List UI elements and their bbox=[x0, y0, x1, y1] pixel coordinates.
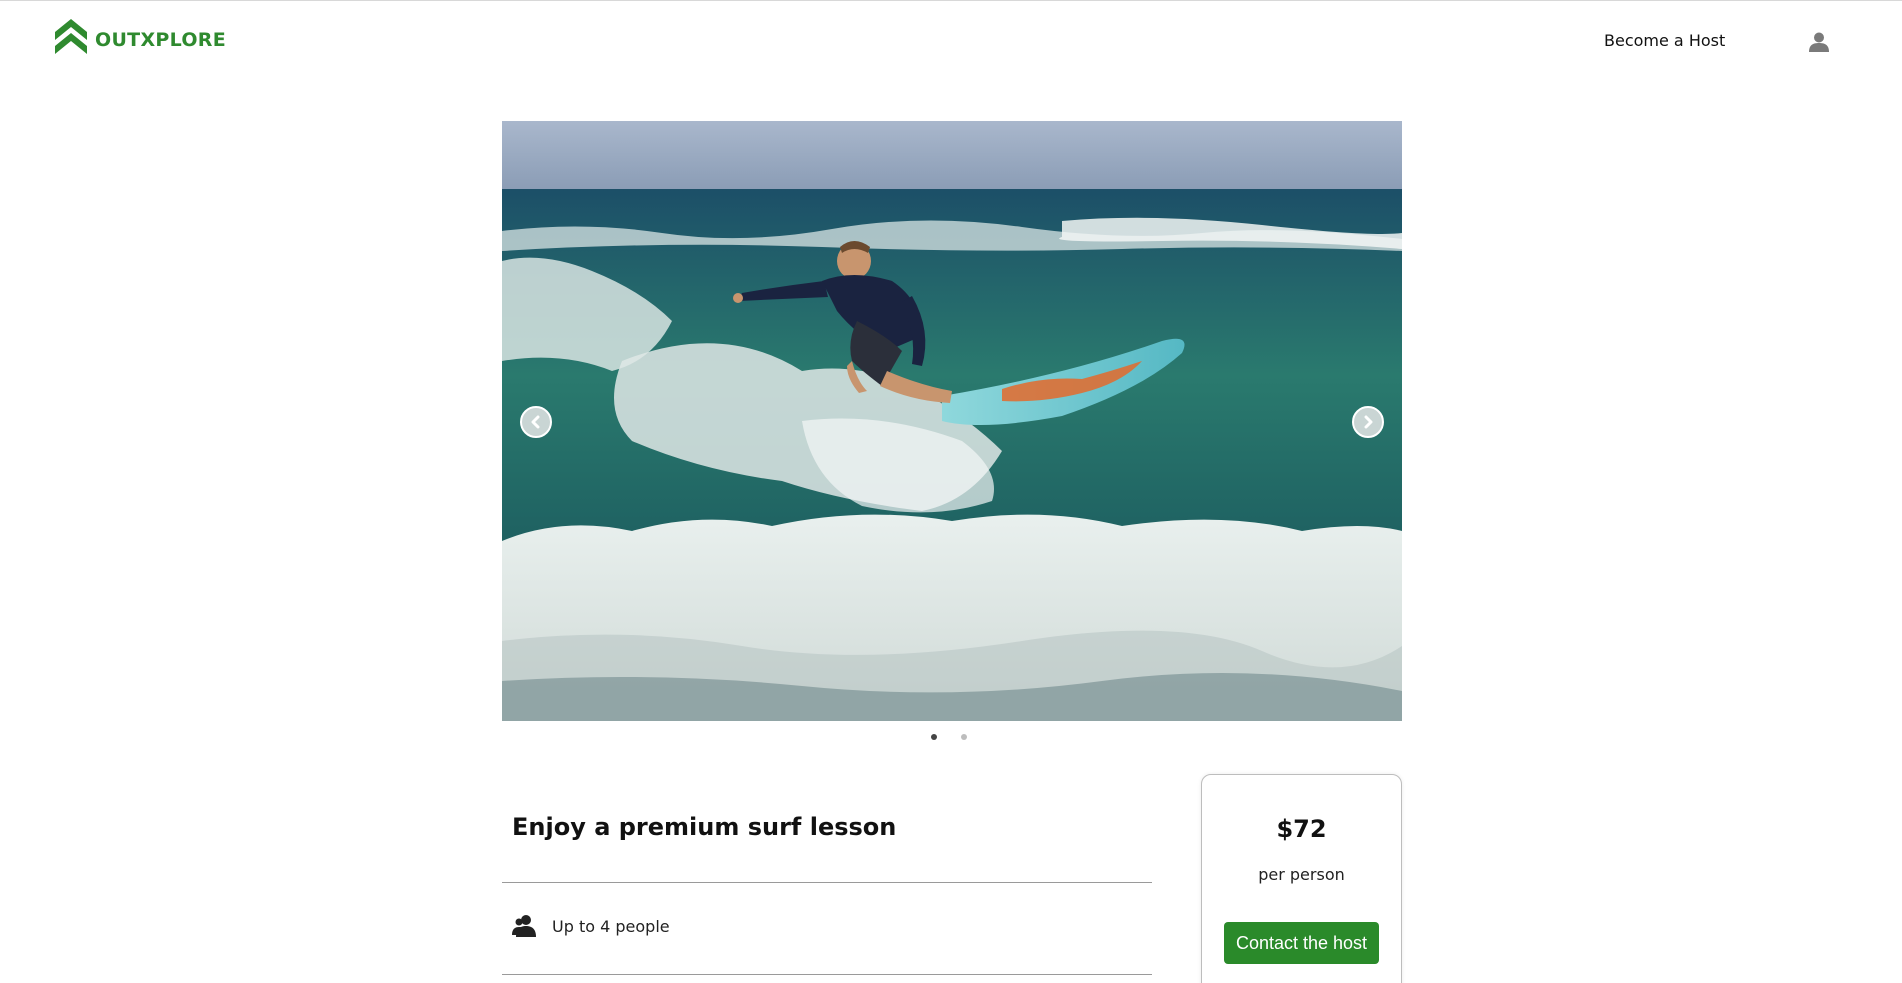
divider bbox=[502, 974, 1152, 975]
listing-title: Enjoy a premium surf lesson bbox=[512, 813, 897, 841]
contact-host-button[interactable]: Contact the host bbox=[1224, 922, 1379, 964]
carousel-next-button[interactable] bbox=[1352, 406, 1384, 438]
capacity-row: Up to 4 people bbox=[512, 913, 670, 939]
brand-name: OUTXPLORE bbox=[95, 29, 227, 51]
carousel-dot-2[interactable] bbox=[961, 734, 967, 740]
carousel-dot-1[interactable] bbox=[931, 734, 937, 740]
chevron-left-icon bbox=[531, 415, 540, 429]
chevron-right-icon bbox=[1364, 415, 1373, 429]
price: $72 bbox=[1276, 815, 1327, 843]
carousel-prev-button[interactable] bbox=[520, 406, 552, 438]
people-icon bbox=[512, 915, 536, 937]
logo-chevrons-icon bbox=[55, 19, 87, 54]
carousel-indicators bbox=[931, 734, 967, 740]
divider bbox=[502, 882, 1152, 883]
price-unit: per person bbox=[1258, 865, 1345, 884]
booking-card: $72 per person Contact the host bbox=[1201, 774, 1402, 983]
photo-carousel bbox=[502, 121, 1402, 721]
capacity-text: Up to 4 people bbox=[552, 916, 670, 936]
brand-logo[interactable]: OUTXPLORE bbox=[55, 19, 226, 61]
site-header: OUTXPLORE Become a Host bbox=[0, 0, 1902, 84]
user-icon[interactable] bbox=[1808, 31, 1830, 53]
surf-photo bbox=[502, 121, 1402, 721]
become-host-link[interactable]: Become a Host bbox=[1604, 31, 1725, 50]
